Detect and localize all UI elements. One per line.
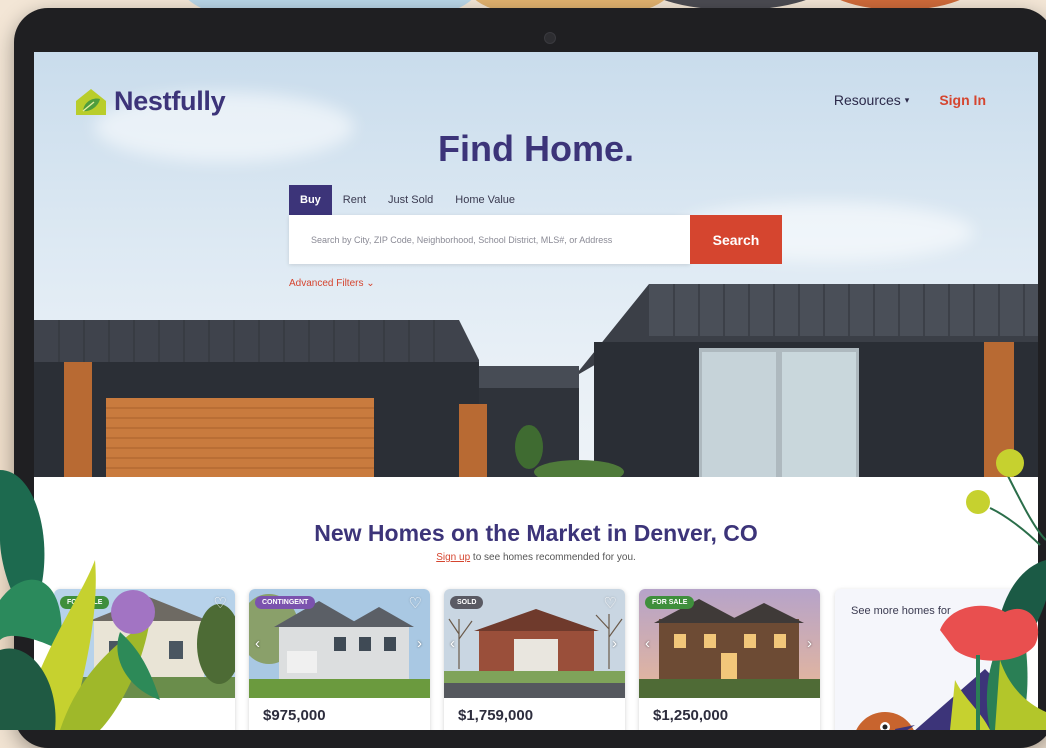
see-more-city: C: [943, 621, 952, 635]
search-button[interactable]: Search: [690, 215, 782, 264]
resources-label: Resources: [833, 92, 901, 108]
status-badge: FOR SALE: [645, 596, 695, 609]
see-more-card[interactable]: See more homes for C: [835, 589, 1025, 730]
hero-banner: Nestfully Resources ▾ Sign In Find Home. …: [34, 52, 1038, 477]
camera-dot: [544, 32, 556, 44]
listing-card[interactable]: FOR SALE ‹ › $1,250,000: [639, 589, 820, 730]
status-badge: CONTINGENT: [255, 596, 316, 609]
listing-price: $975,000: [263, 707, 326, 724]
listing-price: $1,250,000: [653, 707, 729, 724]
tab-just-sold[interactable]: Just Sold: [377, 185, 444, 215]
tab-rent[interactable]: Rent: [332, 185, 377, 215]
heart-icon[interactable]: ♡: [214, 594, 227, 612]
chevron-right-icon[interactable]: ›: [612, 635, 617, 652]
heart-icon[interactable]: ♡: [409, 594, 422, 612]
search-input[interactable]: [309, 233, 690, 246]
status-badge: FOR SALE: [60, 596, 110, 609]
browser-screen: Nestfully Resources ▾ Sign In Find Home. …: [34, 52, 1038, 730]
top-nav: Resources ▾ Sign In: [834, 92, 986, 108]
sign-in-link[interactable]: Sign In: [939, 92, 986, 108]
see-more-illustration: [856, 669, 1025, 730]
listing-card[interactable]: FOR SALE ♡: [54, 589, 235, 730]
listing-price: $1,759,000: [458, 707, 534, 724]
chevron-down-icon: ⌄: [366, 278, 375, 289]
search-box: [289, 215, 690, 264]
sign-up-link[interactable]: Sign up: [436, 552, 470, 563]
listing-card[interactable]: CONTINGENT ♡ ‹ › $975,000: [249, 589, 430, 730]
tab-buy[interactable]: Buy: [289, 185, 332, 215]
caret-down-icon: ▾: [904, 95, 910, 105]
signup-text: to see homes recommended for you.: [470, 552, 636, 563]
chevron-left-icon[interactable]: ‹: [255, 635, 260, 652]
chevron-left-icon[interactable]: ‹: [450, 635, 455, 652]
chevron-left-icon[interactable]: ‹: [645, 635, 650, 652]
section-subtitle: Sign up to see homes recommended for you…: [34, 552, 1038, 563]
search-tabs: Buy Rent Just Sold Home Value: [289, 185, 526, 215]
listing-card[interactable]: SOLD ♡ ‹ › $1,759,000: [444, 589, 625, 730]
house-leaf-logo-icon: [76, 88, 106, 115]
logo-text: Nestfully: [114, 86, 226, 116]
see-more-text: See more homes for: [851, 605, 951, 617]
resources-menu[interactable]: Resources ▾: [834, 92, 909, 108]
hero-title: Find Home.: [438, 128, 634, 169]
status-badge: SOLD: [450, 596, 484, 609]
advanced-filters-label: Advanced Filters: [289, 278, 364, 289]
heart-icon[interactable]: ♡: [604, 594, 617, 612]
chevron-right-icon[interactable]: ›: [417, 635, 422, 652]
section-title: New Homes on the Market in Denver, CO: [314, 520, 758, 546]
advanced-filters-link[interactable]: Advanced Filters ⌄: [289, 278, 375, 289]
logo[interactable]: Nestfully: [74, 86, 226, 117]
chevron-right-icon[interactable]: ›: [807, 635, 812, 652]
tab-home-value[interactable]: Home Value: [444, 185, 526, 215]
